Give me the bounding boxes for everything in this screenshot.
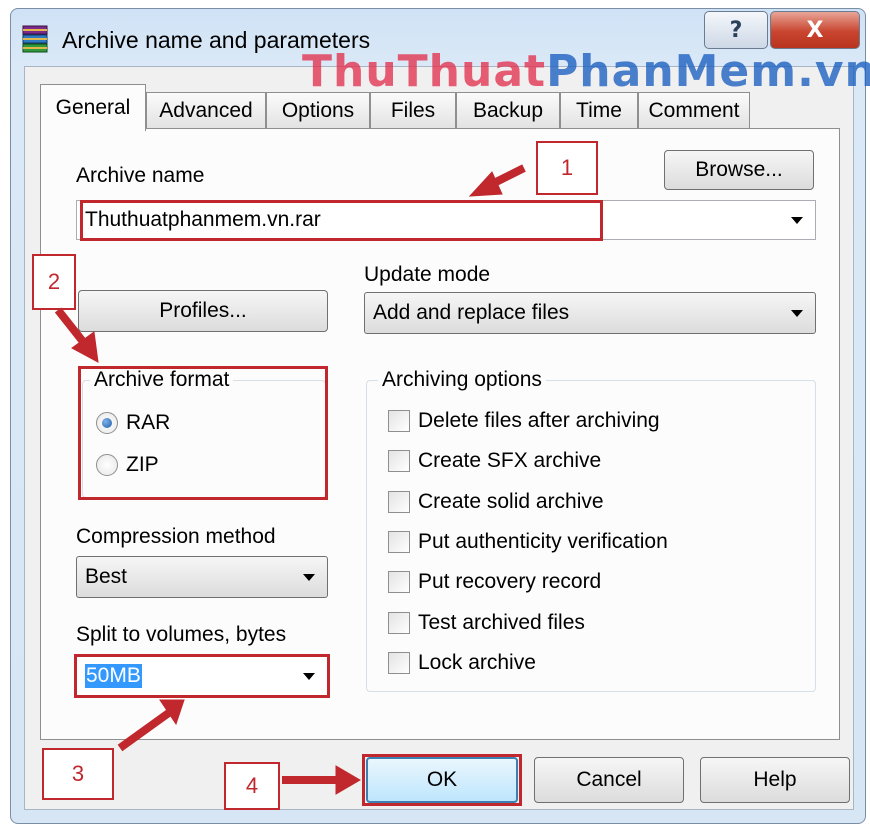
compression-method-value: Best xyxy=(85,565,128,588)
checkbox-option-4[interactable] xyxy=(388,530,410,553)
checkbox-option-5[interactable] xyxy=(388,571,410,594)
highlight-archive-format xyxy=(78,366,328,500)
watermark-part-2: PhanMem xyxy=(546,46,798,97)
update-mode-label: Update mode xyxy=(364,263,491,286)
cancel-button[interactable]: Cancel xyxy=(534,757,684,803)
title-help-button[interactable]: ? xyxy=(704,11,768,49)
checkbox-option-label: Lock archive xyxy=(418,650,536,674)
update-mode-value: Add and replace files xyxy=(373,301,570,324)
watermark-part-1: ThuThuat xyxy=(302,46,547,97)
checkbox-option-label: Test archived files xyxy=(418,610,585,634)
help-button[interactable]: Help xyxy=(700,757,850,803)
tab-advanced[interactable]: Advanced xyxy=(146,92,266,129)
tab-general[interactable]: General xyxy=(40,84,146,131)
tab-files[interactable]: Files xyxy=(370,92,456,129)
tab-comment[interactable]: Comment xyxy=(638,92,750,129)
checkbox-option-6[interactable] xyxy=(388,611,410,634)
close-icon: X xyxy=(806,17,824,43)
checkbox-option-7[interactable] xyxy=(388,651,410,674)
watermark-part-3: .vn xyxy=(797,46,870,97)
tab-options[interactable]: Options xyxy=(266,92,370,129)
watermark-text: ThuThuatPhanMem.vn xyxy=(302,46,870,97)
highlight-split-volumes xyxy=(74,654,330,698)
archive-name-label: Archive name xyxy=(76,164,205,187)
highlight-ok-button xyxy=(362,754,522,806)
archiving-options-label: Archiving options xyxy=(378,368,546,392)
chevron-down-icon[interactable] xyxy=(303,574,315,581)
checkbox-option-label: Put recovery record xyxy=(418,570,602,594)
compression-method-select[interactable]: Best xyxy=(76,556,328,598)
checkbox-option-label: Create solid archive xyxy=(418,489,604,513)
close-button[interactable]: X xyxy=(770,11,860,49)
checkbox-option-3[interactable] xyxy=(388,490,410,513)
split-volumes-label: Split to volumes, bytes xyxy=(76,623,287,646)
profiles-button[interactable]: Profiles... xyxy=(78,290,328,332)
annotation-number-2: 2 xyxy=(32,254,76,310)
checkbox-option-2[interactable] xyxy=(388,450,410,473)
tab-time[interactable]: Time xyxy=(560,92,638,129)
checkbox-option-label: Put authenticity verification xyxy=(418,529,668,553)
browse-button[interactable]: Browse... xyxy=(664,150,814,190)
chevron-down-icon[interactable] xyxy=(791,310,803,317)
annotation-number-3: 3 xyxy=(42,748,114,800)
annotation-number-1: 1 xyxy=(536,141,598,195)
compression-method-label: Compression method xyxy=(76,525,276,548)
winrar-books-icon xyxy=(20,24,52,56)
highlight-archive-name xyxy=(80,200,603,241)
question-icon: ? xyxy=(729,17,743,43)
annotation-number-4: 4 xyxy=(224,762,280,810)
checkbox-option-label: Delete files after archiving xyxy=(418,409,660,432)
tab-backup[interactable]: Backup xyxy=(456,92,560,129)
update-mode-select[interactable]: Add and replace files xyxy=(364,292,816,334)
checkbox-option-1[interactable] xyxy=(388,410,410,432)
chevron-down-icon[interactable] xyxy=(791,217,803,224)
checkbox-option-label: Create SFX archive xyxy=(418,449,602,473)
